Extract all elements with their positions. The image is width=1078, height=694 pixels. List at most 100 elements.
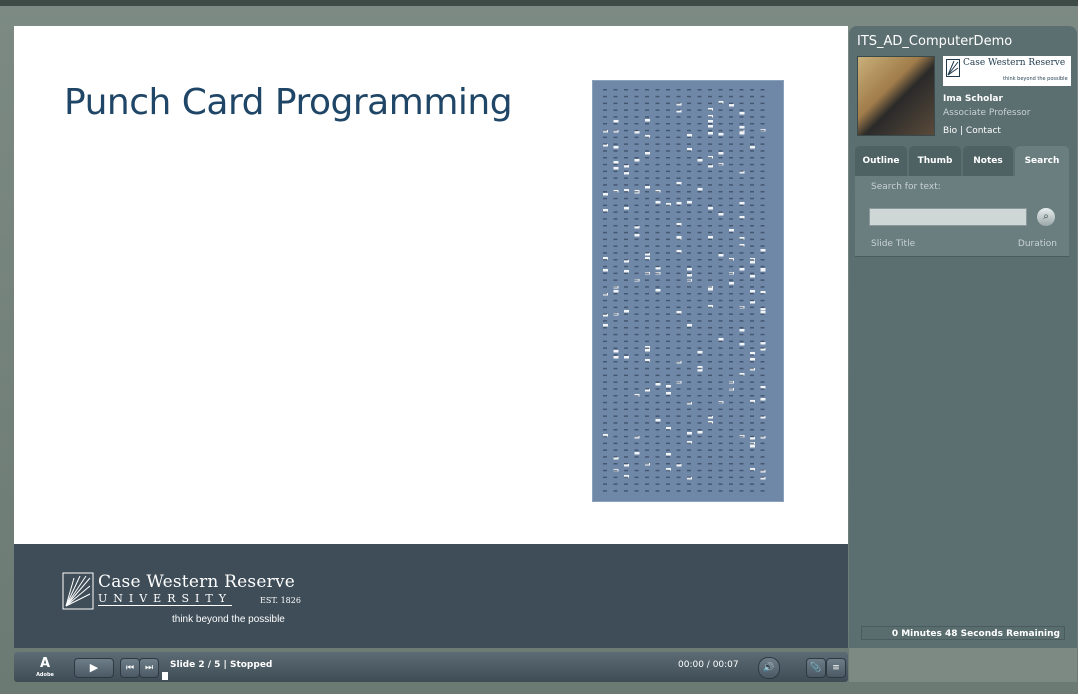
- card-digit: [729, 320, 733, 322]
- card-digit: [603, 340, 607, 343]
- card-digit: [739, 374, 744, 377]
- card-digit: [655, 320, 660, 322]
- card-digit: [708, 483, 712, 485]
- card-digit: [760, 449, 765, 451]
- card-digit: [708, 476, 712, 479]
- card-digit: [718, 265, 723, 268]
- card-digit: [729, 408, 733, 411]
- card-digit: [655, 490, 660, 492]
- card-digit: [655, 456, 660, 458]
- play-button[interactable]: ▶: [74, 658, 114, 678]
- card-digit: [729, 177, 733, 179]
- card-digit: [666, 374, 670, 377]
- card-digit: [718, 347, 723, 349]
- card-digit: [676, 340, 681, 343]
- menu-button[interactable]: ≡: [826, 658, 846, 678]
- card-digit: [613, 354, 618, 356]
- card-hole: [750, 275, 755, 278]
- card-hole: [708, 125, 713, 128]
- card-digit: [655, 374, 660, 377]
- card-hole: [676, 202, 682, 205]
- card-digit: [645, 265, 649, 268]
- card-digit: [603, 306, 607, 309]
- card-digit: [634, 333, 639, 336]
- card-digit: [708, 265, 712, 268]
- card-digit: [613, 293, 618, 295]
- card-digit: [729, 469, 733, 472]
- card-digit: [603, 95, 607, 98]
- card-digit: [697, 293, 702, 295]
- previous-slide-button[interactable]: ⏮: [120, 658, 140, 678]
- card-digit: [750, 95, 754, 98]
- card-digit: [718, 367, 723, 370]
- card-digit: [666, 483, 670, 485]
- adobe-logo-icon[interactable]: A Adobe: [36, 656, 54, 678]
- card-digit: [624, 320, 628, 322]
- card-digit: [624, 456, 628, 458]
- card-digit: [634, 89, 639, 91]
- card-digit: [666, 225, 670, 227]
- card-digit: [708, 272, 712, 275]
- card-digit: [760, 150, 765, 152]
- card-digit: [624, 157, 628, 159]
- card-digit: [697, 313, 702, 315]
- card-digit: [645, 293, 649, 295]
- card-digit: [634, 327, 639, 329]
- card-digit: [729, 245, 733, 247]
- card-digit: [750, 184, 754, 186]
- volume-button[interactable]: 🔊: [758, 657, 780, 679]
- card-hole: [666, 385, 671, 388]
- search-results-list[interactable]: [855, 256, 1069, 613]
- card-digit: [666, 463, 670, 465]
- card-digit: [760, 327, 765, 329]
- card-digit: [760, 476, 765, 479]
- card-digit: [624, 102, 628, 105]
- card-hole: [739, 112, 745, 115]
- card-digit: [760, 184, 765, 186]
- card-digit: [655, 211, 660, 213]
- card-digit: [687, 218, 691, 220]
- card-digit: [666, 129, 670, 132]
- card-digit: [613, 143, 618, 145]
- card-digit: [697, 136, 702, 139]
- card-digit: [676, 157, 681, 159]
- card-hole: [676, 182, 682, 185]
- tab-outline[interactable]: Outline: [855, 146, 907, 176]
- card-digit: [666, 320, 670, 322]
- search-input[interactable]: [869, 208, 1027, 226]
- card-digit: [718, 422, 723, 424]
- card-digit: [603, 422, 607, 424]
- card-digit: [729, 170, 733, 173]
- card-digit: [613, 89, 618, 91]
- card-digit: [655, 163, 660, 166]
- card-digit: [613, 435, 618, 438]
- card-digit: [760, 231, 765, 234]
- card-digit: [634, 286, 639, 288]
- card-hole: [739, 268, 745, 271]
- card-digit: [687, 245, 691, 247]
- card-digit: [634, 211, 639, 213]
- card-digit: [729, 218, 733, 220]
- card-digit: [624, 123, 628, 125]
- card-digit: [613, 306, 618, 309]
- tab-thumb[interactable]: Thumb: [909, 146, 961, 176]
- card-digit: [624, 429, 628, 431]
- panel-tabs: Outline Thumb Notes Search: [855, 146, 1069, 176]
- card-digit: [603, 388, 607, 390]
- punch-card-image: [592, 80, 784, 502]
- attachments-button[interactable]: 📎: [806, 658, 826, 678]
- progress-scrubber[interactable]: [162, 672, 168, 680]
- presenter-links[interactable]: Bio | Contact: [943, 126, 1001, 136]
- card-digit: [739, 354, 744, 356]
- tab-notes[interactable]: Notes: [963, 146, 1013, 176]
- card-digit: [634, 320, 639, 322]
- search-icon[interactable]: ⌕: [1037, 208, 1055, 226]
- card-digit: [624, 395, 628, 397]
- next-slide-button[interactable]: ⏭: [139, 658, 159, 678]
- card-digit: [603, 463, 607, 465]
- tab-search[interactable]: Search: [1015, 146, 1069, 176]
- card-digit: [613, 272, 618, 275]
- card-digit: [666, 204, 670, 207]
- card-hole: [697, 351, 703, 354]
- card-digit: [687, 293, 691, 295]
